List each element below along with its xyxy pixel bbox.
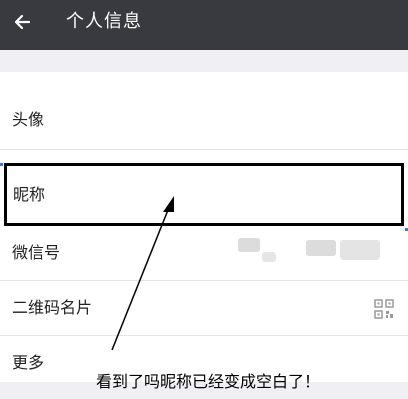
edge-marker-left xyxy=(0,163,3,166)
back-arrow-icon[interactable] xyxy=(9,8,37,36)
profile-list: 头像 微信号 二维码名片 更多 昵称 xyxy=(0,72,408,382)
row-nickname[interactable]: 昵称 xyxy=(4,163,404,226)
obscured-wechat-id xyxy=(238,238,260,252)
row-wechat-id[interactable]: 微信号 xyxy=(0,226,408,281)
qr-card-label: 二维码名片 xyxy=(12,298,93,317)
page-title: 个人信息 xyxy=(66,11,142,32)
obscured-wechat-id-4 xyxy=(340,240,380,260)
obscured-wechat-id-2 xyxy=(262,252,276,262)
more-label: 更多 xyxy=(12,353,45,372)
row-qr-card[interactable]: 二维码名片 xyxy=(0,281,408,336)
row-avatar[interactable]: 头像 xyxy=(0,90,408,150)
top-bar: 个人信息 xyxy=(0,0,408,50)
annotation-caption: 看到了吗昵称已经变成空白了！ xyxy=(96,372,321,391)
obscured-wechat-id-3 xyxy=(306,240,336,256)
wechat-id-label: 微信号 xyxy=(12,243,61,262)
qr-code-icon xyxy=(374,299,394,319)
nickname-label: 昵称 xyxy=(13,185,46,204)
avatar-label: 头像 xyxy=(12,110,45,129)
